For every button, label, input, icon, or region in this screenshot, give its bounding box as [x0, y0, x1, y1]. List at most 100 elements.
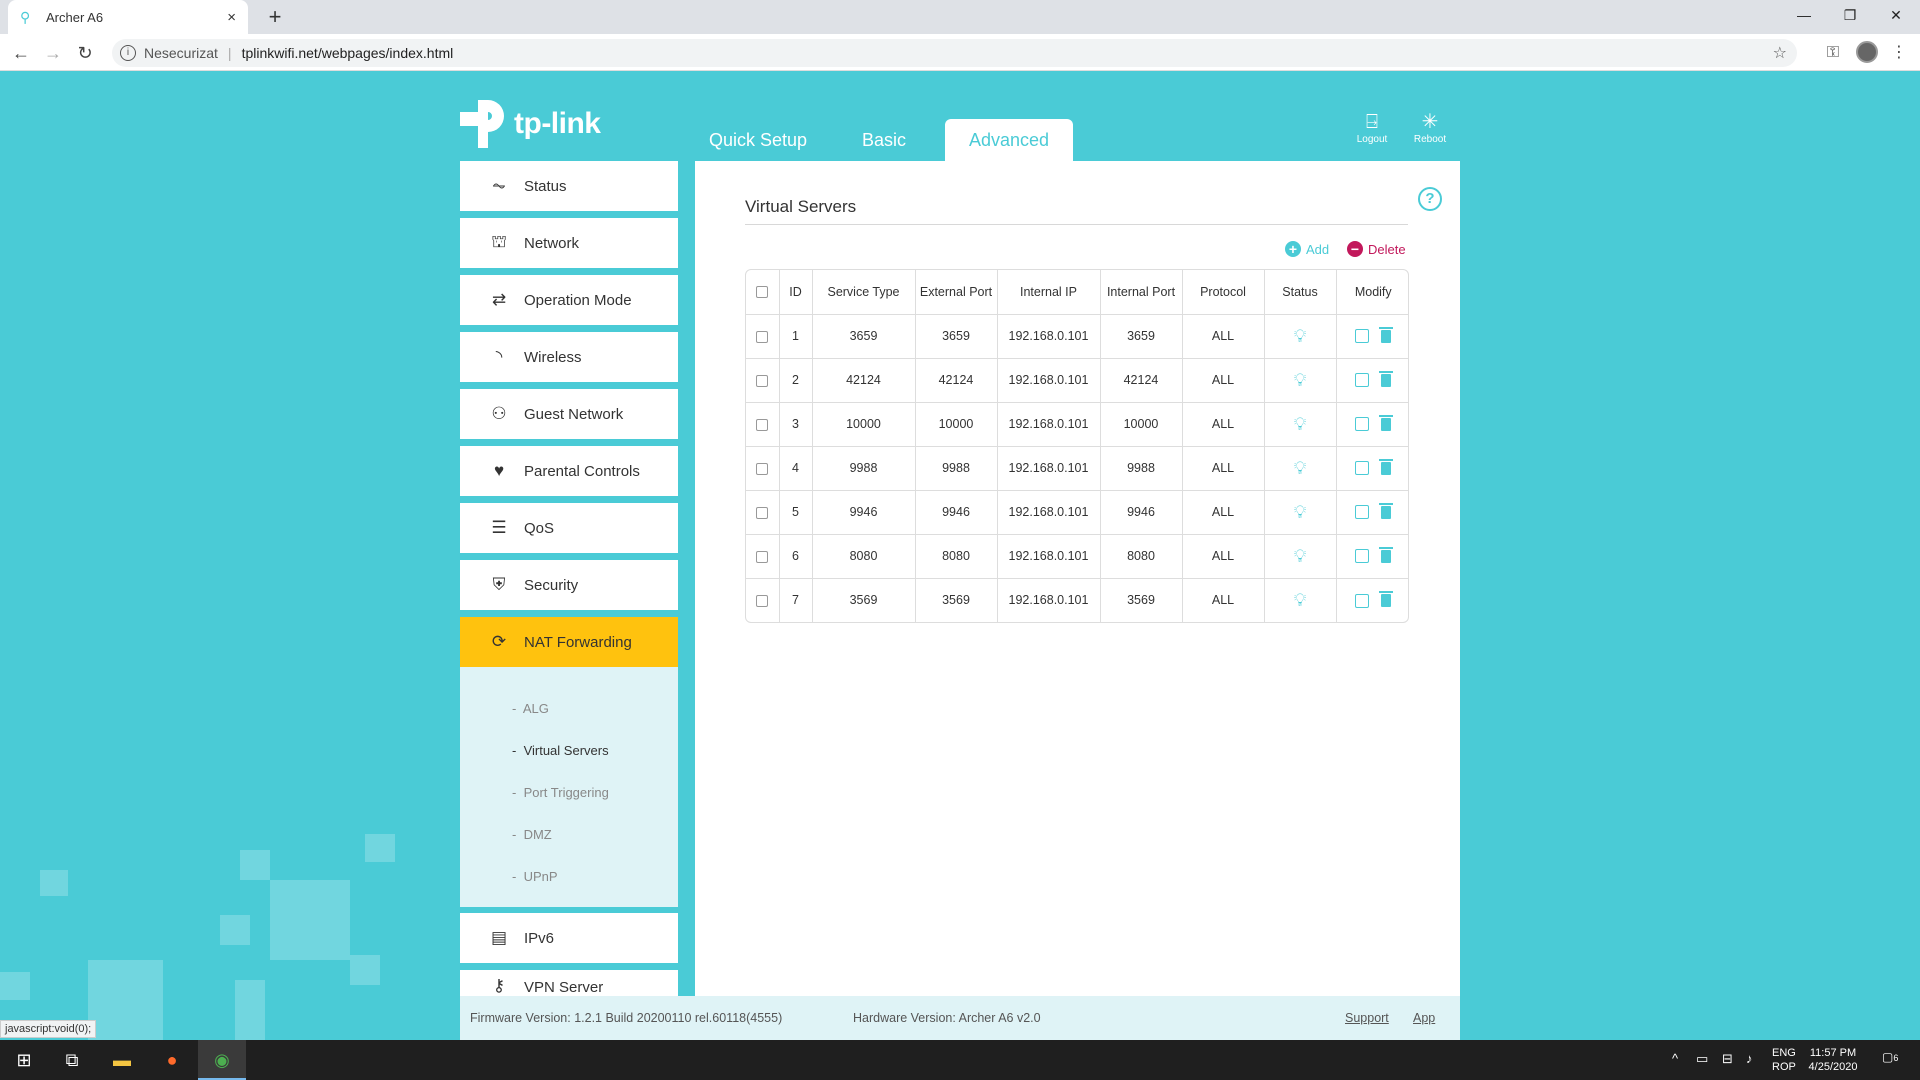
row-checkbox[interactable] [756, 418, 769, 431]
menu-kebab-icon[interactable]: ⋮ [1888, 42, 1910, 64]
tray-chevron-icon[interactable]: ^ [1672, 1052, 1678, 1066]
close-window-icon[interactable]: ✕ [1873, 0, 1919, 30]
notification-center-icon[interactable]: ▢6 [1882, 1050, 1898, 1065]
windows-start-icon[interactable]: ⊞ [0, 1040, 48, 1080]
submenu-item-virtual-servers[interactable]: - Virtual Servers [512, 743, 609, 758]
sidebar-item-operation-mode[interactable]: ⇄ Operation Mode [460, 275, 678, 325]
table-row: 3 10000 10000 192.168.0.101 10000 ALL 💡︎ [746, 401, 1408, 447]
edit-icon[interactable] [1355, 505, 1370, 520]
tab-quick-setup[interactable]: Quick Setup [709, 119, 807, 161]
sidebar-item-guest-network[interactable]: ⚇ Guest Network [460, 389, 678, 439]
clock[interactable]: 11:57 PM 4/25/2020 [1808, 1046, 1858, 1074]
row-checkbox[interactable] [756, 506, 769, 519]
sidebar-item-parental-controls[interactable]: ♥ Parental Controls [460, 446, 678, 496]
minimize-icon[interactable]: — [1781, 0, 1827, 30]
status-bulb-icon[interactable]: 💡︎ [1294, 414, 1307, 434]
status-bulb-icon[interactable]: 💡︎ [1294, 502, 1307, 522]
file-explorer-icon[interactable]: ▬ [98, 1040, 146, 1080]
column-header: Protocol [1181, 270, 1265, 315]
cell-external-port: 9988 [914, 445, 998, 491]
cell-protocol: ALL [1181, 577, 1265, 622]
help-icon[interactable]: ? [1418, 187, 1442, 211]
new-tab-button[interactable]: + [262, 4, 288, 30]
sidebar-item-label: VPN Server [524, 979, 604, 996]
trash-icon[interactable] [1379, 502, 1394, 519]
status-bulb-icon[interactable]: 💡︎ [1294, 370, 1307, 390]
sidebar-item-security[interactable]: ⛨ Security [460, 560, 678, 610]
submenu-item-upnp[interactable]: - UPnP [512, 869, 558, 884]
trash-icon[interactable] [1379, 326, 1394, 343]
firmware-version: Firmware Version: 1.2.1 Build 20200110 r… [470, 1011, 783, 1025]
row-checkbox[interactable] [756, 374, 769, 387]
row-checkbox[interactable] [756, 462, 769, 475]
sidebar-item-nat-forwarding[interactable]: ⟳ NAT Forwarding [460, 617, 678, 667]
submenu-item-alg[interactable]: - ALG [512, 701, 549, 716]
row-checkbox[interactable] [756, 330, 769, 343]
app-orange-icon[interactable]: ● [148, 1040, 196, 1080]
row-checkbox[interactable] [756, 550, 769, 563]
sidebar-item-network[interactable]: ⛫ Network [460, 218, 678, 268]
forward-icon[interactable]: → [40, 40, 66, 66]
star-icon[interactable]: ☆ [1773, 43, 1787, 63]
network-tray-icon[interactable]: ⊟ [1722, 1052, 1733, 1066]
pulse-icon: ⏦ [492, 176, 506, 195]
guest-icon: ⚇ [491, 404, 507, 423]
language-indicator[interactable]: ENG ROP [1772, 1046, 1796, 1074]
url-omnibox[interactable]: i Nesecurizat | tplinkwifi.net/webpages/… [112, 39, 1797, 67]
trash-icon[interactable] [1379, 591, 1394, 608]
battery-icon[interactable]: ▭ [1696, 1052, 1708, 1066]
sidebar-item-qos[interactable]: ☰ QoS [460, 503, 678, 553]
back-icon[interactable]: ← [8, 40, 34, 66]
tab-close-icon[interactable]: × [227, 9, 236, 26]
reboot-button[interactable]: ✳ Reboot [1408, 110, 1452, 145]
edit-icon[interactable] [1355, 329, 1370, 344]
cell-service-type: 10000 [811, 401, 916, 447]
sidebar-item-ipv6[interactable]: ▤ IPv6 [460, 913, 678, 963]
task-view-icon[interactable]: ⧉ [48, 1040, 96, 1080]
submenu-item-dmz[interactable]: - DMZ [512, 827, 552, 842]
column-header: Internal IP [996, 270, 1101, 315]
tab-basic[interactable]: Basic [862, 119, 906, 161]
sidebar-item-label: Guest Network [524, 405, 624, 423]
volume-icon[interactable]: ♪ [1746, 1052, 1753, 1066]
status-bulb-icon[interactable]: 💡︎ [1294, 546, 1307, 566]
trash-icon[interactable] [1379, 414, 1394, 431]
tab-advanced[interactable]: Advanced [945, 119, 1074, 161]
info-icon[interactable]: i [120, 45, 136, 61]
browser-tab[interactable]: ⚲ Archer A6 × [8, 0, 248, 34]
chrome-icon[interactable]: ◉ [198, 1040, 246, 1080]
table-row: 7 3569 3569 192.168.0.101 3569 ALL 💡︎ [746, 577, 1408, 622]
key-icon[interactable]: ⚿ [1822, 42, 1844, 64]
row-checkbox[interactable] [756, 594, 769, 607]
profile-avatar[interactable] [1856, 41, 1878, 63]
edit-icon[interactable] [1355, 417, 1370, 432]
trash-icon[interactable] [1379, 458, 1394, 475]
app-link[interactable]: App [1413, 1011, 1435, 1025]
sidebar-item-vpn-server[interactable]: ⚷ VPN Server [460, 970, 678, 996]
add-button[interactable]: + Add [1285, 241, 1329, 257]
support-link[interactable]: Support [1345, 1011, 1389, 1025]
cell-external-port: 10000 [914, 401, 998, 447]
edit-icon[interactable] [1355, 549, 1370, 564]
restore-icon[interactable]: ❐ [1827, 0, 1873, 30]
tplink-favicon-icon: ⚲ [20, 9, 31, 25]
edit-icon[interactable] [1355, 593, 1370, 608]
submenu-item-port-triggering[interactable]: - Port Triggering [512, 785, 609, 800]
edit-icon[interactable] [1355, 373, 1370, 388]
status-bulb-icon[interactable]: 💡︎ [1294, 326, 1307, 346]
select-all-checkbox[interactable] [756, 286, 769, 299]
logout-button[interactable]: ⍈ Logout [1350, 110, 1394, 145]
trash-icon[interactable] [1379, 546, 1394, 563]
sidebar-item-status[interactable]: ⏦ Status [460, 161, 678, 211]
edit-icon[interactable] [1355, 461, 1370, 476]
sidebar-item-wireless[interactable]: ◝ Wireless [460, 332, 678, 382]
notification-count: 6 [1893, 1053, 1899, 1063]
status-bulb-icon[interactable]: 💡︎ [1294, 458, 1307, 478]
delete-button[interactable]: − Delete [1347, 241, 1406, 257]
cell-external-port: 8080 [914, 533, 998, 579]
reboot-label: Reboot [1413, 134, 1447, 145]
sidebar-item-label: Security [524, 576, 579, 594]
status-bulb-icon[interactable]: 💡︎ [1294, 590, 1307, 610]
trash-icon[interactable] [1379, 370, 1394, 387]
reload-icon[interactable]: ↻ [72, 40, 98, 66]
